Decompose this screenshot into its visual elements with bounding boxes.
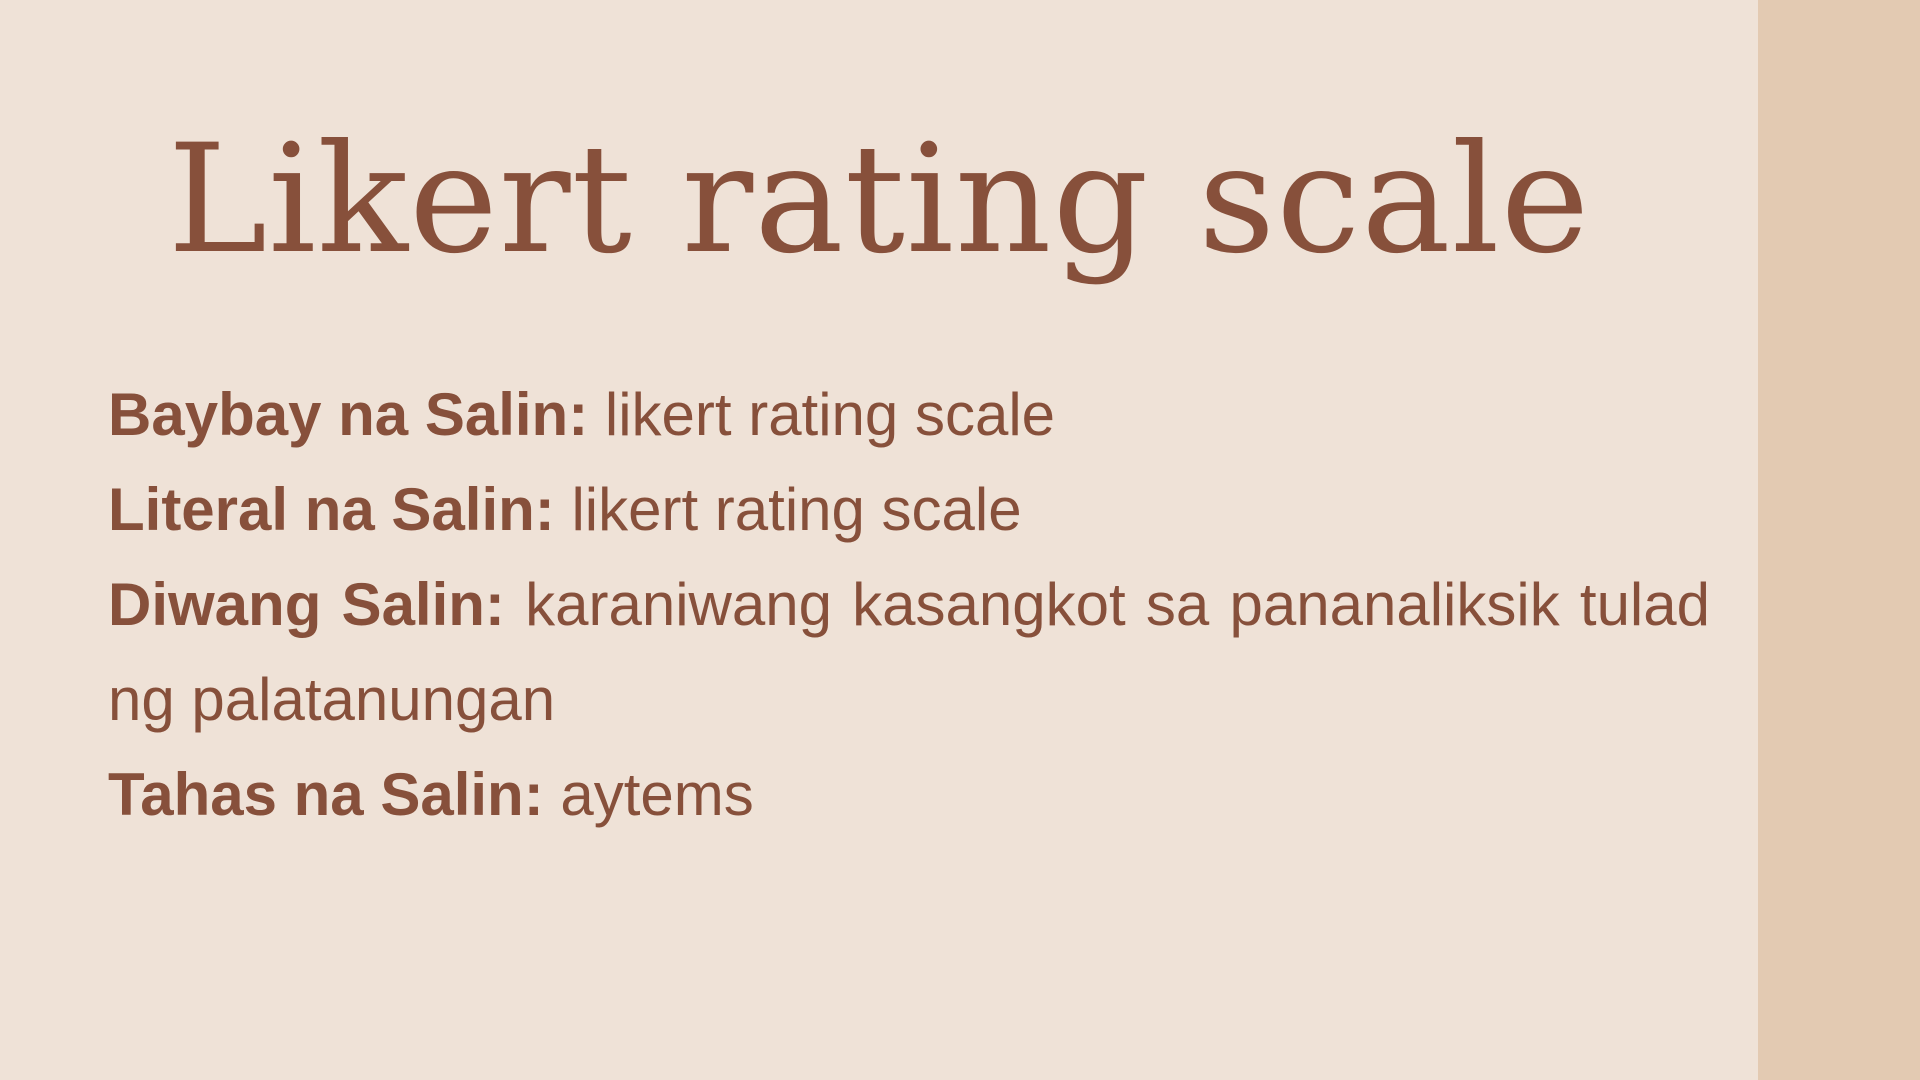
entry-label: Diwang Salin: (108, 571, 505, 638)
entry-label: Literal na Salin: (108, 476, 555, 543)
entry-diwang: Diwang Salin: karaniwang kasangkot sa pa… (108, 557, 1710, 747)
slide: Likert rating scale Baybay na Salin: lik… (0, 0, 1920, 1080)
entry-value: likert rating scale (571, 476, 1022, 543)
entry-value: likert rating scale (604, 381, 1056, 448)
entry-literal: Literal na Salin: likert rating scale (108, 462, 1710, 557)
entry-label: Tahas na Salin: (108, 761, 544, 828)
entry-tahas: Tahas na Salin: aytems (108, 747, 1710, 842)
entry-value: aytems (560, 761, 754, 828)
side-accent-band (1758, 0, 1920, 1080)
translation-list: Baybay na Salin: likert rating scale Lit… (108, 367, 1710, 842)
entry-label: Baybay na Salin: (108, 381, 589, 448)
slide-title: Likert rating scale (167, 113, 1591, 287)
entry-baybay: Baybay na Salin: likert rating scale (108, 367, 1710, 462)
